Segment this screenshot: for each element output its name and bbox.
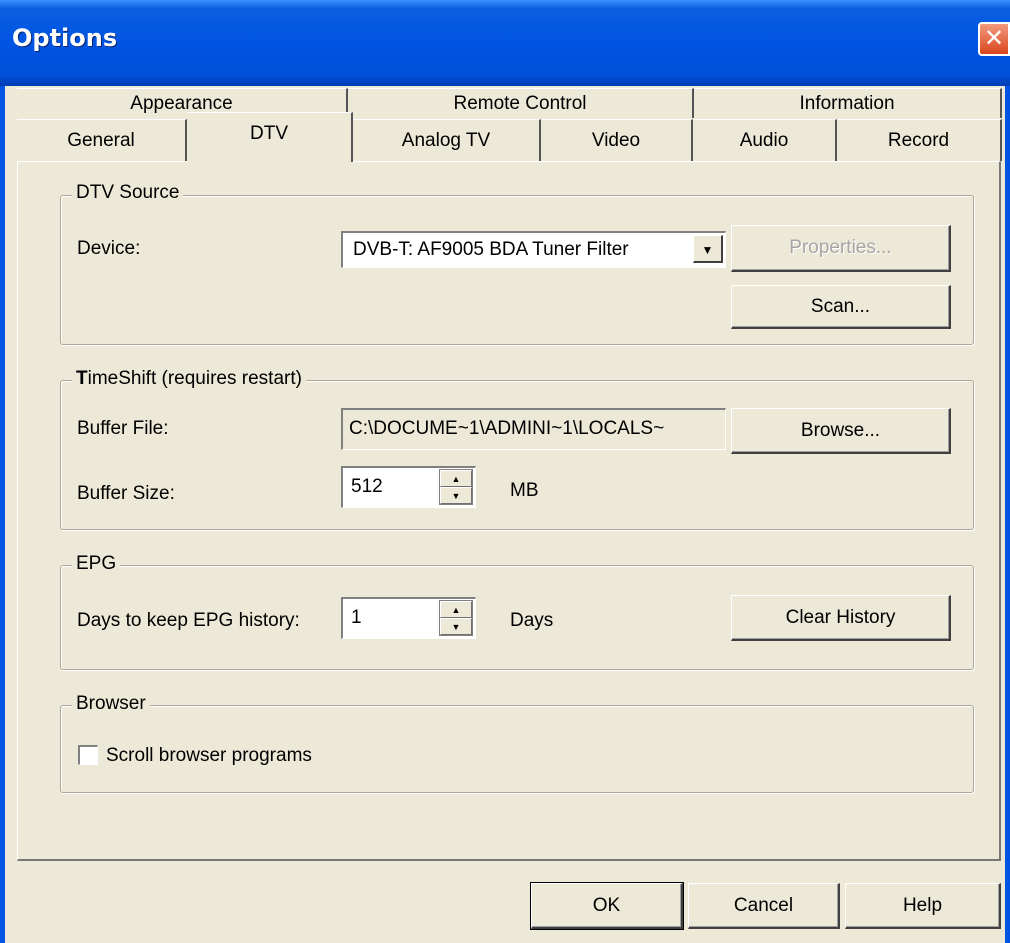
- arrow-up-icon[interactable]: ▲: [440, 601, 472, 618]
- browse-button[interactable]: Browse...: [731, 408, 951, 454]
- ok-button[interactable]: OK: [530, 882, 684, 930]
- tab-audio[interactable]: Audio: [693, 119, 837, 161]
- title-bar[interactable]: Options ✕: [0, 0, 1010, 86]
- scan-button[interactable]: Scan...: [731, 285, 951, 329]
- device-dropdown[interactable]: DVB-T: AF9005 BDA Tuner Filter ▼: [341, 231, 726, 268]
- epg-title: EPG: [72, 553, 121, 575]
- tab-remote-control[interactable]: Remote Control: [348, 88, 694, 118]
- scroll-browser-checkbox[interactable]: [78, 745, 98, 765]
- clear-history-button[interactable]: Clear History: [731, 595, 951, 641]
- epg-days-value: 1: [351, 607, 362, 628]
- dtv-source-title: DTV Source: [72, 182, 184, 204]
- buffer-size-spinner[interactable]: ▲ ▼: [439, 469, 473, 505]
- timeshift-title: TimeShift (requires restart): [72, 368, 306, 390]
- scroll-browser-label[interactable]: Scroll browser programs: [106, 745, 312, 767]
- help-button[interactable]: Help: [845, 883, 1001, 929]
- timeshift-group: [60, 380, 974, 530]
- epg-days-spinner[interactable]: ▲ ▼: [439, 600, 473, 636]
- properties-button[interactable]: Properties...: [731, 225, 951, 272]
- browser-title: Browser: [72, 693, 150, 715]
- tab-analog-tv[interactable]: Analog TV: [353, 119, 541, 161]
- timeshift-title-bold: T: [76, 368, 88, 389]
- window-title: Options: [12, 24, 118, 52]
- epg-days-label: Days to keep EPG history:: [77, 610, 300, 631]
- device-value: DVB-T: AF9005 BDA Tuner Filter: [353, 239, 629, 260]
- cancel-button[interactable]: Cancel: [688, 883, 840, 929]
- buffer-size-value: 512: [351, 476, 383, 497]
- arrow-up-icon[interactable]: ▲: [440, 470, 472, 487]
- buffer-file-label: Buffer File:: [77, 418, 169, 439]
- tab-dtv[interactable]: DTV: [187, 112, 353, 162]
- buffer-size-unit: MB: [510, 480, 539, 501]
- tab-record[interactable]: Record: [837, 119, 1002, 161]
- arrow-down-icon[interactable]: ▼: [440, 487, 472, 504]
- tab-video[interactable]: Video: [541, 119, 693, 161]
- buffer-file-field[interactable]: C:\DOCUME~1\ADMINI~1\LOCALS~: [341, 408, 726, 450]
- close-icon[interactable]: ✕: [978, 22, 1010, 56]
- timeshift-title-rest: imeShift (requires restart): [87, 368, 302, 389]
- tab-general[interactable]: General: [17, 119, 187, 161]
- chevron-down-icon[interactable]: ▼: [693, 235, 723, 263]
- arrow-down-icon[interactable]: ▼: [440, 618, 472, 635]
- tab-information[interactable]: Information: [694, 88, 1002, 118]
- buffer-size-label: Buffer Size:: [77, 483, 175, 504]
- device-label: Device:: [77, 238, 141, 259]
- epg-days-unit: Days: [510, 610, 554, 631]
